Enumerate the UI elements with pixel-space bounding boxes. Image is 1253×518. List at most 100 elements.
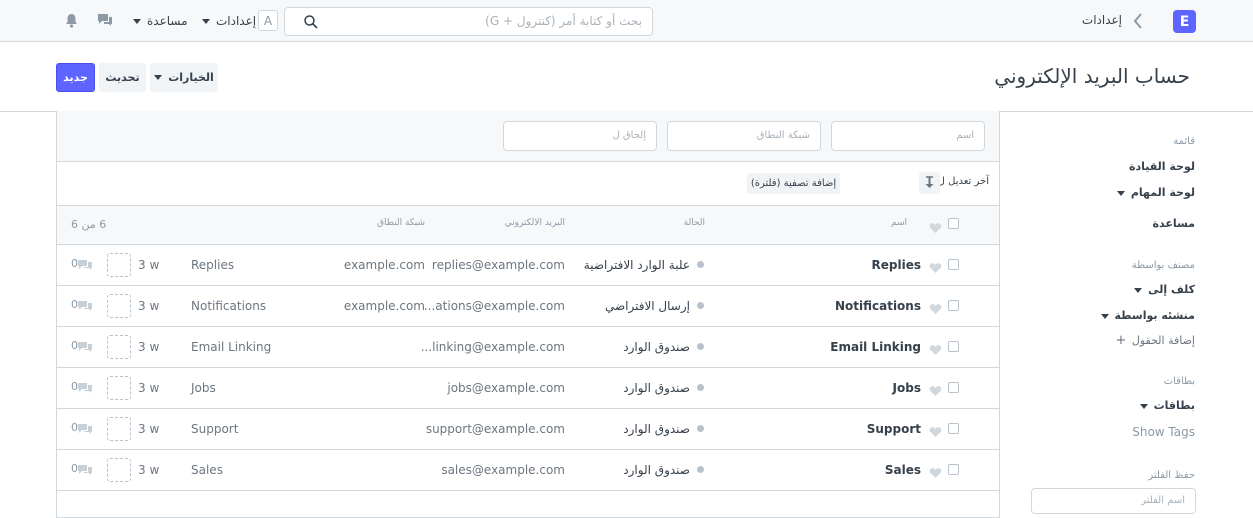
search-input[interactable]: بحث أو كتابة أمر (كنترول + G): [284, 7, 653, 36]
sidebar-created-by[interactable]: منشئه بواسطة: [1100, 309, 1196, 322]
comment-count[interactable]: [77, 382, 93, 397]
sidebar-created-by-label: منشئه بواسطة: [1114, 309, 1196, 322]
help-menu[interactable]: مساعدة: [133, 14, 188, 28]
row-modified: 3 w: [138, 422, 160, 436]
row-name-link[interactable]: Notifications: [835, 299, 921, 313]
status-indicator: [697, 384, 704, 391]
row-status: صندوق الوارد: [623, 422, 690, 436]
avatar-placeholder: [107, 294, 131, 318]
table-row[interactable]: Email Linking صندوق الوارد ...linking@exam…: [57, 327, 999, 368]
row-status: صندوق الوارد: [623, 381, 690, 395]
row-name-link[interactable]: Sales: [885, 463, 921, 477]
table-row[interactable]: Support صندوق الوارد support@example.com Su…: [57, 409, 999, 450]
sidebar-tags-dropdown[interactable]: بطاقات: [1139, 399, 1195, 412]
settings-menu-label: إعدادات: [216, 14, 257, 28]
sort-bar: آخر تعديل ل إضافة تصفية (فلترة): [57, 162, 999, 206]
bell-icon[interactable]: [65, 13, 78, 28]
heart-icon[interactable]: [929, 423, 942, 437]
heart-icon[interactable]: [929, 341, 942, 355]
row-title: Notifications: [191, 299, 267, 313]
settings-menu[interactable]: إعدادات: [202, 14, 256, 28]
sidebar-item-help[interactable]: مساعدة: [1153, 217, 1196, 230]
row-name-link[interactable]: Replies: [872, 258, 921, 272]
status-indicator: [697, 425, 704, 432]
comment-count[interactable]: [77, 464, 93, 479]
sidebar-item-tasks[interactable]: لوحة المهام: [1116, 186, 1195, 199]
row-name-link[interactable]: Jobs: [893, 381, 921, 395]
row-name-link[interactable]: Email Linking: [830, 340, 921, 354]
comment-icon: [77, 259, 93, 274]
chevron-left-icon[interactable]: [1132, 11, 1144, 31]
domain-filter-input[interactable]: شبكة النطاق: [667, 121, 821, 151]
show-tags-link[interactable]: Show Tags: [1132, 425, 1195, 439]
row-status: صندوق الوارد: [623, 340, 690, 354]
row-email: ...ations@example.com: [423, 299, 565, 313]
sidebar-item-dashboard[interactable]: لوحة القيادة: [1129, 160, 1195, 173]
avatar[interactable]: A: [258, 10, 278, 31]
caret-down-icon: [1139, 403, 1148, 409]
sidebar-add-fields[interactable]: إضافة الحقول +: [1115, 333, 1195, 348]
caret-down-icon: [154, 75, 163, 80]
row-modified: 3 w: [138, 381, 160, 395]
name-filter-input[interactable]: اسم: [831, 121, 985, 151]
plus-icon: +: [1115, 333, 1127, 348]
comment-count[interactable]: [77, 341, 93, 356]
heart-icon[interactable]: [929, 464, 942, 478]
sidebar-item-tasks-label: لوحة المهام: [1130, 186, 1195, 199]
row-status: إرسال الافتراضي: [604, 299, 690, 313]
new-button[interactable]: جديد: [56, 63, 95, 92]
sidebar-tags-dropdown-label: بطاقات: [1153, 399, 1195, 412]
table-row[interactable]: Notifications إرسال الافتراضي ...ations@ex…: [57, 286, 999, 327]
row-checkbox[interactable]: [948, 382, 959, 393]
row-status: صندوق الوارد: [623, 463, 690, 477]
comment-count-value: 0: [71, 380, 78, 393]
sort-order-button[interactable]: [919, 172, 940, 194]
app-logo[interactable]: E: [1173, 10, 1196, 33]
sort-selector[interactable]: آخر تعديل ل: [938, 176, 989, 187]
sidebar-assigned-to[interactable]: كلف إلى: [1134, 283, 1195, 296]
table-row[interactable]: Sales صندوق الوارد sales@example.com Sales 3…: [57, 450, 999, 491]
heart-icon[interactable]: [929, 300, 942, 314]
row-modified: 3 w: [138, 258, 160, 272]
table-row[interactable]: Replies علبة الوارد الافتراضية replies@exa…: [57, 245, 999, 286]
sidebar-classified-label: مصنف بواسطة: [1131, 260, 1195, 271]
row-checkbox[interactable]: [948, 300, 959, 311]
comment-count[interactable]: [77, 259, 93, 274]
row-checkbox[interactable]: [948, 341, 959, 352]
avatar-placeholder: [107, 253, 131, 277]
add-filter-button[interactable]: إضافة تصفية (فلترة): [747, 173, 840, 194]
sidebar-save-filter-label: حفظ الفلتر: [1148, 470, 1195, 481]
append-to-filter-input[interactable]: إلحاق ل: [503, 121, 657, 151]
comment-count-value: 0: [71, 339, 78, 352]
header-name: اسم: [890, 218, 907, 228]
status-indicator: [697, 261, 704, 268]
table-row[interactable]: Jobs صندوق الوارد jobs@example.com Jobs 3 w 0: [57, 368, 999, 409]
row-title: Support: [191, 422, 239, 436]
comment-count-value: 0: [71, 298, 78, 311]
chat-icon[interactable]: [97, 13, 113, 27]
avatar-placeholder: [107, 417, 131, 441]
comment-icon: [77, 300, 93, 315]
avatar-placeholder: [107, 376, 131, 400]
refresh-button[interactable]: تحديث: [99, 63, 146, 92]
row-domain: example.com: [343, 258, 425, 272]
filter-name-input[interactable]: اسم الفلتر: [1031, 488, 1196, 514]
row-name-link[interactable]: Support: [867, 422, 921, 436]
comment-count[interactable]: [77, 300, 93, 315]
row-checkbox[interactable]: [948, 259, 959, 270]
comment-count-value: 0: [71, 462, 78, 475]
caret-down-icon: [202, 18, 210, 24]
breadcrumb[interactable]: إعدادات: [1070, 13, 1122, 27]
row-modified: 3 w: [138, 299, 160, 313]
row-checkbox[interactable]: [948, 423, 959, 434]
navbar: E إعدادات بحث أو كتابة أمر (كنترول + G) …: [0, 0, 1253, 42]
heart-icon[interactable]: [929, 382, 942, 396]
row-checkbox[interactable]: [948, 464, 959, 475]
heart-icon[interactable]: [929, 219, 942, 233]
heart-icon[interactable]: [929, 259, 942, 273]
comment-count[interactable]: [77, 423, 93, 438]
options-button[interactable]: الخيارات: [150, 63, 218, 92]
domain-filter-placeholder: شبكة النطاق: [756, 130, 810, 141]
select-all-checkbox[interactable]: [948, 218, 959, 229]
sidebar-list-label: قائمة: [1173, 136, 1195, 147]
